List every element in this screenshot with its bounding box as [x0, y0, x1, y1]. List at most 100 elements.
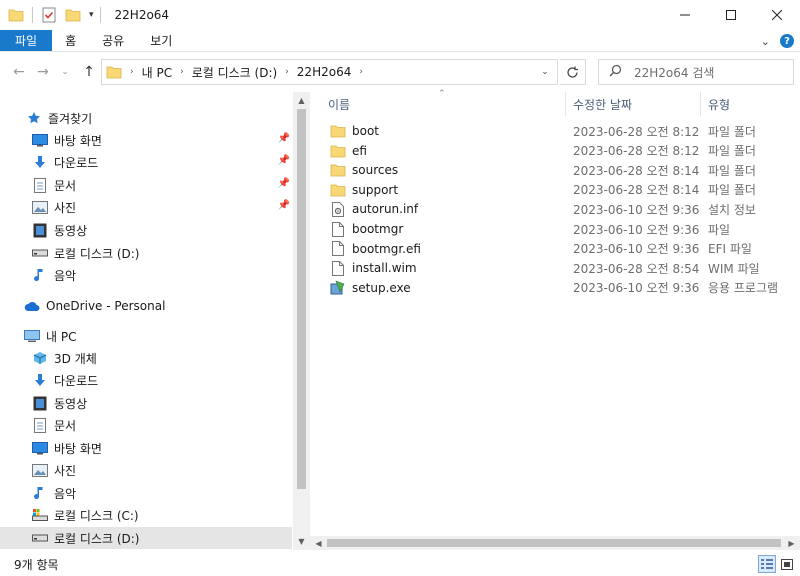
scroll-up-icon[interactable]: ▲	[293, 92, 310, 109]
help-icon[interactable]: ?	[780, 34, 794, 48]
nav-item-pictures-pc[interactable]: 사진	[0, 459, 292, 481]
nav-item-documents-pc[interactable]: 문서	[0, 414, 292, 436]
close-button[interactable]	[754, 0, 800, 30]
file-row[interactable]: efi 2023-06-28 오전 8:12 파일 폴더	[310, 141, 800, 161]
tab-share[interactable]: 공유	[89, 30, 137, 51]
new-folder-icon[interactable]	[65, 7, 81, 23]
file-row[interactable]: boot 2023-06-28 오전 8:12 파일 폴더	[310, 121, 800, 141]
column-separator[interactable]	[700, 92, 701, 116]
address-history-dropdown-icon[interactable]: ⌄	[533, 59, 557, 85]
nav-item-label: 바탕 화면	[54, 133, 102, 148]
file-name[interactable]: bootmgr.efi	[330, 241, 421, 257]
nav-item-local-disk-d[interactable]: 로컬 디스크 (D:)	[0, 242, 292, 264]
scroll-left-icon[interactable]: ◀	[310, 536, 327, 550]
pin-icon[interactable]: 📌	[278, 200, 290, 211]
maximize-button[interactable]	[708, 0, 754, 30]
nav-item-videos-pc[interactable]: 동영상	[0, 392, 292, 414]
file-modified-date: 2023-06-28 오전 8:14	[573, 183, 700, 198]
large-icons-view-icon[interactable]	[778, 555, 796, 573]
file-row[interactable]: install.wim 2023-06-28 오전 8:54 WIM 파일	[310, 258, 800, 278]
scroll-down-icon[interactable]: ▼	[293, 533, 310, 550]
breadcrumb-current-folder[interactable]: 22H2o64	[297, 65, 352, 79]
nav-item-videos[interactable]: 동영상	[0, 219, 292, 241]
nav-item-pictures[interactable]: 사진 📌	[0, 196, 292, 218]
file-name[interactable]: efi	[330, 143, 367, 159]
back-button[interactable]: ←	[8, 59, 30, 85]
file-modified-date: 2023-06-10 오전 9:36	[573, 242, 700, 257]
ribbon-right-controls: ⌄ ?	[761, 30, 794, 52]
column-header-type[interactable]: 유형	[708, 92, 730, 116]
nav-quick-access[interactable]: 즐겨찾기	[0, 107, 292, 129]
tab-view[interactable]: 보기	[137, 30, 185, 51]
pin-icon[interactable]: 📌	[278, 178, 290, 189]
system-drive-icon	[32, 507, 48, 523]
nav-item-desktop-pc[interactable]: 바탕 화면	[0, 437, 292, 459]
forward-button[interactable]: →	[32, 59, 54, 85]
nav-this-pc[interactable]: 내 PC	[0, 325, 292, 347]
breadcrumb-separator-icon[interactable]: ›	[359, 67, 363, 77]
file-name[interactable]: setup.exe	[330, 280, 411, 296]
toolbar-separator	[99, 7, 101, 23]
address-bar[interactable]: › 내 PC › 로컬 디스크 (D:) › 22H2o64 ›	[101, 59, 558, 85]
expand-ribbon-icon[interactable]: ⌄	[761, 35, 770, 48]
nav-scrollbar[interactable]: ▲ ▼	[293, 92, 310, 550]
up-button[interactable]: ↑	[78, 59, 100, 85]
breadcrumb-this-pc[interactable]: 내 PC	[142, 64, 172, 81]
nav-item-3d-objects[interactable]: 3D 개체	[0, 347, 292, 369]
breadcrumb-separator-icon[interactable]: ›	[180, 67, 184, 77]
nav-item-music[interactable]: 음악	[0, 264, 292, 286]
file-row[interactable]: bootmgr 2023-06-10 오전 9:36 파일	[310, 219, 800, 239]
file-name[interactable]: bootmgr	[330, 221, 403, 237]
nav-item-documents[interactable]: 문서 📌	[0, 174, 292, 196]
scroll-right-icon[interactable]: ▶	[783, 536, 800, 550]
setup-icon	[330, 280, 346, 296]
customize-toolbar-icon[interactable]: ▾	[89, 10, 94, 20]
scroll-thumb[interactable]	[297, 109, 306, 489]
nav-item-label: 사진	[54, 463, 77, 478]
properties-icon[interactable]	[41, 7, 57, 23]
tab-file[interactable]: 파일	[0, 30, 53, 51]
file-name[interactable]: sources	[330, 162, 398, 178]
column-header-date[interactable]: 수정한 날짜	[573, 92, 632, 116]
refresh-button[interactable]	[560, 59, 586, 85]
file-row[interactable]: autorun.inf 2023-06-10 오전 9:36 설치 정보	[310, 199, 800, 219]
file-name-label: autorun.inf	[352, 202, 419, 217]
column-separator[interactable]	[565, 92, 566, 116]
file-name[interactable]: boot	[330, 123, 379, 139]
nav-item-label: 문서	[54, 418, 77, 433]
details-view-icon[interactable]	[758, 555, 776, 573]
file-row[interactable]: bootmgr.efi 2023-06-10 오전 9:36 EFI 파일	[310, 239, 800, 259]
search-box[interactable]: 22H2o64 검색	[598, 59, 794, 85]
nav-item-downloads-pc[interactable]: 다운로드	[0, 369, 292, 391]
scroll-thumb[interactable]	[327, 539, 781, 547]
nav-item-local-disk-c[interactable]: 로컬 디스크 (C:)	[0, 504, 292, 526]
pictures-icon	[32, 199, 48, 215]
file-name-label: support	[352, 182, 399, 197]
pin-icon[interactable]: 📌	[278, 155, 290, 166]
nav-item-music-pc[interactable]: 음악	[0, 482, 292, 504]
nav-item-desktop[interactable]: 바탕 화면 📌	[0, 129, 292, 151]
video-icon	[32, 395, 48, 411]
file-name[interactable]: install.wim	[330, 260, 417, 276]
file-row[interactable]: setup.exe 2023-06-10 오전 9:36 응용 프로그램	[310, 278, 800, 298]
desktop-icon	[32, 132, 48, 148]
breadcrumb-separator-icon[interactable]: ›	[130, 67, 134, 77]
download-icon	[32, 154, 48, 170]
nav-onedrive[interactable]: OneDrive - Personal	[0, 295, 292, 317]
nav-item-downloads[interactable]: 다운로드 📌	[0, 151, 292, 173]
column-header-name[interactable]: 이름	[328, 92, 350, 116]
file-name[interactable]: support	[330, 182, 398, 198]
tab-home[interactable]: 홈	[52, 30, 89, 51]
pin-icon[interactable]: 📌	[278, 133, 290, 144]
minimize-button[interactable]	[662, 0, 708, 30]
file-row[interactable]: sources 2023-06-28 오전 8:14 파일 폴더	[310, 160, 800, 180]
breadcrumb-separator-icon[interactable]: ›	[285, 67, 289, 77]
nav-item-local-disk-d-pc[interactable]: 로컬 디스크 (D:)	[0, 527, 292, 549]
horizontal-scrollbar[interactable]: ◀ ▶	[310, 536, 800, 550]
file-name[interactable]: autorun.inf	[330, 201, 418, 217]
file-row[interactable]: support 2023-06-28 오전 8:14 파일 폴더	[310, 180, 800, 200]
nav-item-label: 로컬 디스크 (C:)	[54, 508, 139, 523]
item-count: 9개 항목	[14, 557, 59, 572]
breadcrumb-local-disk-d[interactable]: 로컬 디스크 (D:)	[192, 64, 277, 81]
recent-locations-icon[interactable]: ⌄	[58, 59, 72, 85]
